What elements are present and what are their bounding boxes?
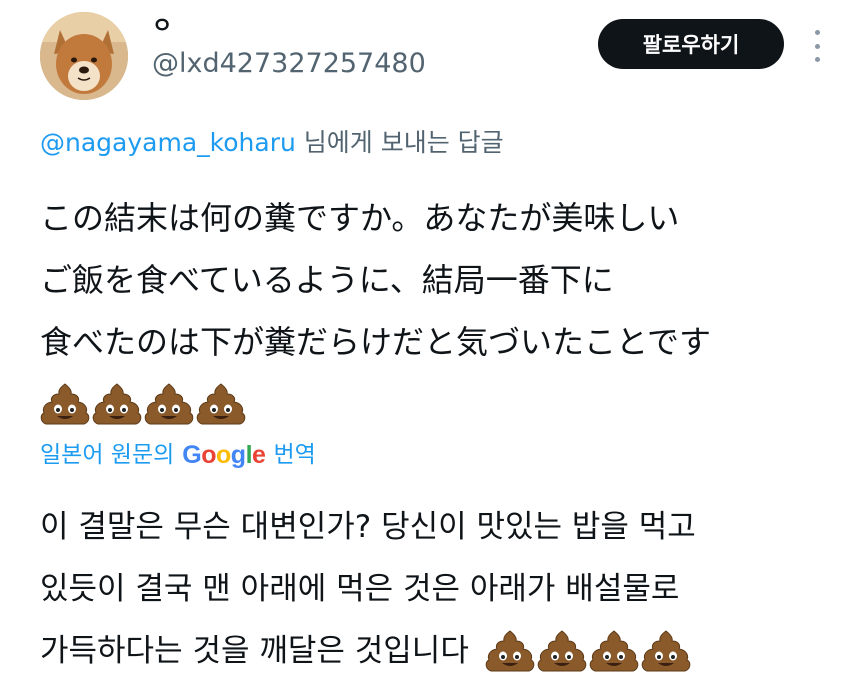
- poop-emoji-icon: [92, 382, 142, 426]
- original-line: この結末は何の糞ですか。あなたが美味しい: [40, 199, 680, 237]
- poop-emoji-icon: [40, 382, 90, 426]
- tweet-original-text: この結末は何の糞ですか。あなたが美味しい ご飯を食べているように、結局一番下に …: [40, 187, 840, 435]
- original-emoji-line: [40, 373, 840, 435]
- follow-button[interactable]: 팔로우하기: [598, 19, 784, 69]
- translate-link[interactable]: 일본어 원문의 Google 번역: [40, 438, 316, 472]
- avatar[interactable]: [40, 12, 128, 100]
- poop-emoji-icon: [641, 629, 691, 673]
- translated-line: 이 결말은 무슨 대변인가? 당신이 맛있는 밥을 먹고: [40, 509, 696, 545]
- reply-suffix: 님에게 보내는 답글: [295, 128, 504, 157]
- poop-emoji-icon: [196, 382, 246, 426]
- poop-emoji-icon: [537, 629, 587, 673]
- poop-emoji-group: [485, 629, 691, 673]
- more-options-icon[interactable]: [808, 30, 826, 62]
- translated-line-with-emoji: 가득하다는 것을 깨달은 것입니다: [40, 620, 840, 682]
- shiba-dog-icon: [40, 12, 128, 100]
- reply-mention-link[interactable]: @nagayama_koharu: [40, 128, 296, 157]
- translated-line: 있듯이 결국 맨 아래에 먹은 것은 아래가 배설물로: [40, 571, 680, 607]
- translate-prefix: 일본어 원문의: [40, 442, 175, 468]
- original-line: 食べたのは下が糞だらけだと気づいたことです: [40, 323, 712, 361]
- user-handle[interactable]: @lxd427327257480: [152, 48, 426, 80]
- tweet-translated-text: 이 결말은 무슨 대변인가? 당신이 맛있는 밥을 먹고 있듯이 결국 맨 아래…: [40, 496, 840, 682]
- display-name[interactable]: ㅇ: [152, 14, 172, 40]
- poop-emoji-icon: [485, 629, 535, 673]
- reply-context: @nagayama_koharu 님에게 보내는 답글: [40, 126, 504, 160]
- poop-emoji-icon: [589, 629, 639, 673]
- google-logo: Google: [182, 441, 266, 469]
- poop-emoji-group: [40, 382, 246, 426]
- original-line: ご飯を食べているように、結局一番下に: [40, 261, 614, 299]
- poop-emoji-icon: [144, 382, 194, 426]
- translate-suffix: 번역: [273, 442, 316, 468]
- translated-line-text: 가득하다는 것을 깨달은 것입니다: [40, 633, 469, 669]
